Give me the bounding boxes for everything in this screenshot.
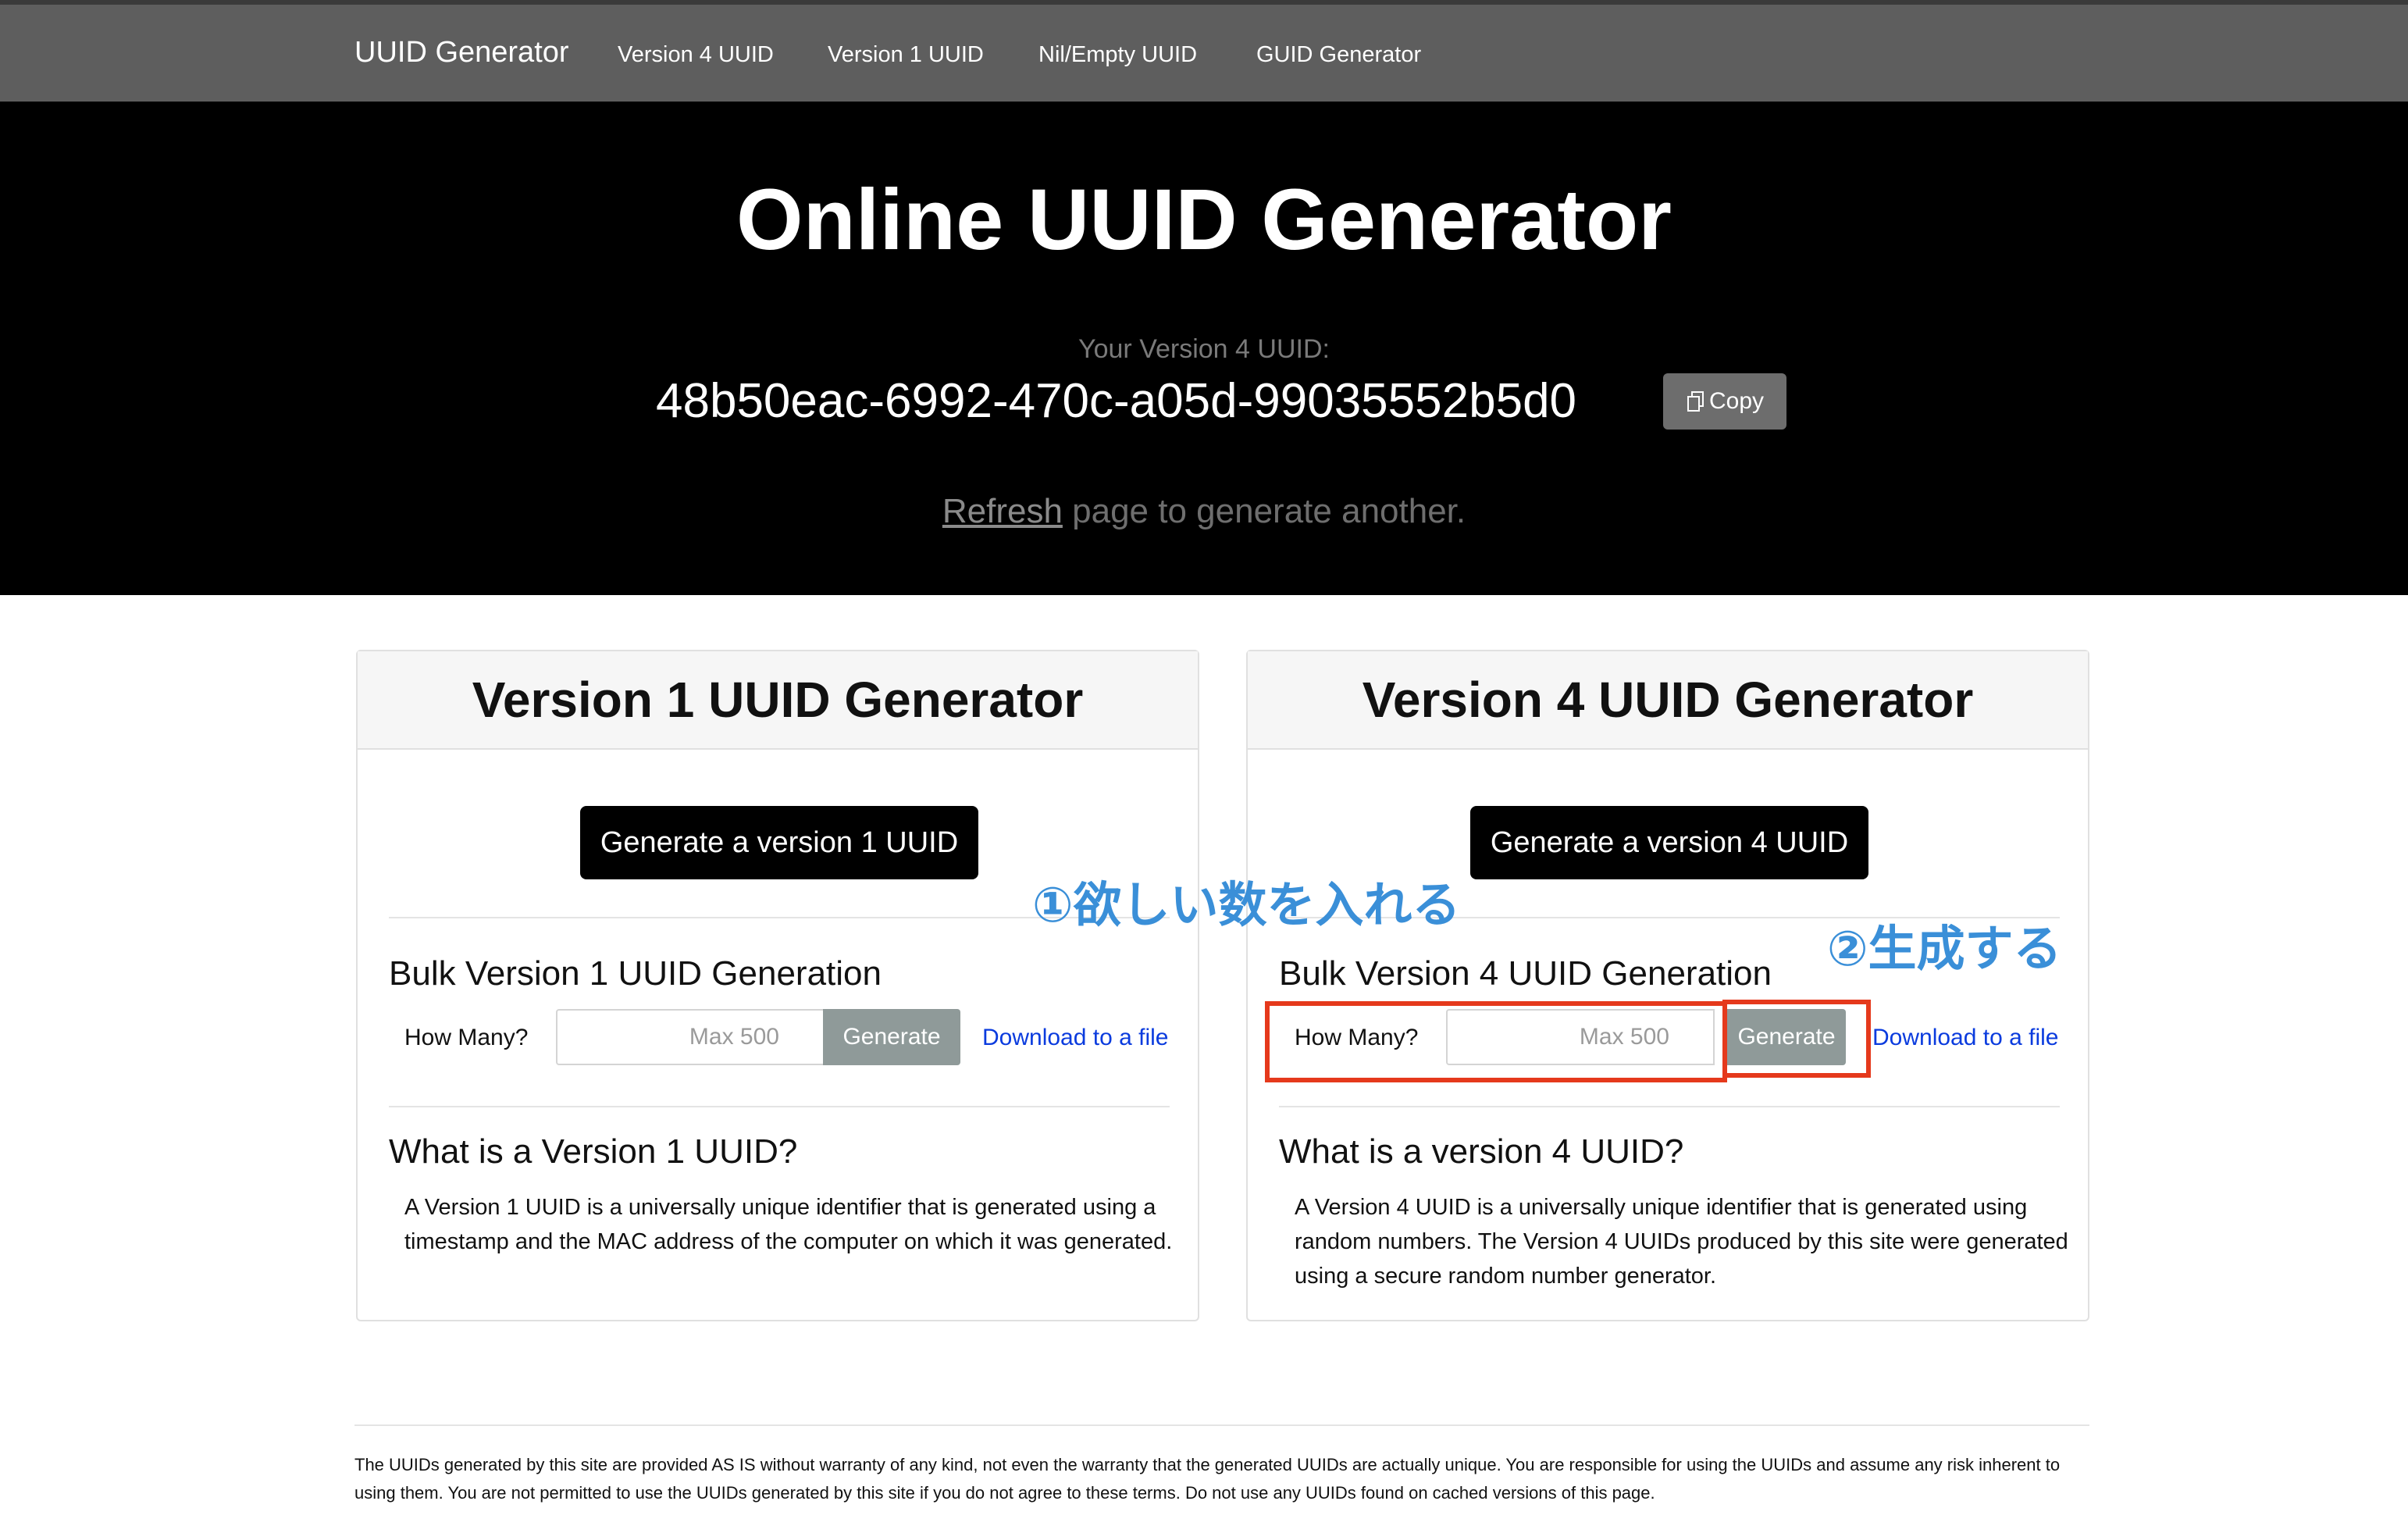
version-4-card: Version 4 UUID Generator Generate a vers… [1246,650,2089,1321]
card-title: Version 1 UUID Generator [472,672,1084,728]
how-many-label: How Many? [404,1025,529,1050]
clipboard-icon [1686,390,1704,412]
divider [389,1106,1170,1107]
uuid-value: 48b50eac-6992-470c-a05d-99035552b5d0 [656,374,1577,428]
download-to-file-link[interactable]: Download to a file [982,1025,1168,1051]
what-is-description: A Version 1 UUID is a universally unique… [404,1195,1173,1254]
hero-section: Online UUID Generator Your Version 4 UUI… [0,102,2408,595]
copy-label: Copy [1708,388,1765,414]
copy-button[interactable]: Copy [1663,373,1786,430]
quantity-input[interactable] [556,1009,825,1065]
brand-link[interactable]: UUID Generator [354,36,569,70]
nav-link-nil-uuid[interactable]: Nil/Empty UUID [1038,42,1197,68]
annotation-box-input [1265,1001,1727,1082]
what-is-description: A Version 4 UUID is a universally unique… [1295,1195,2068,1289]
footer-divider [354,1424,2089,1426]
annotation-step-1: ①欲しい数を入れる [1032,876,1461,933]
generate-version-4-button[interactable]: Generate a version 4 UUID [1470,806,1868,879]
refresh-link[interactable]: Refresh [942,492,1063,530]
version-1-card: Version 1 UUID Generator Generate a vers… [356,650,1199,1321]
bulk-title: Bulk Version 4 UUID Generation [1279,954,1772,993]
bulk-generate-button[interactable]: Generate [823,1009,960,1065]
footer-disclaimer: The UUIDs generated by this site are pro… [354,1455,2061,1503]
top-navbar: UUID Generator Version 4 UUID Version 1 … [0,0,2408,102]
nav-link-guid-generator[interactable]: GUID Generator [1256,42,1421,68]
nav-link-version-4[interactable]: Version 4 UUID [618,42,774,68]
refresh-line: Refresh page to generate another. [0,492,2408,531]
card-header: Version 4 UUID Generator [1248,651,2088,750]
nav-link-version-1[interactable]: Version 1 UUID [828,42,984,68]
download-to-file-link[interactable]: Download to a file [1872,1025,2058,1051]
uuid-label: Your Version 4 UUID: [1078,334,1330,364]
card-title: Version 4 UUID Generator [1362,672,1974,728]
divider [1279,1106,2060,1107]
refresh-text: page to generate another. [1062,492,1466,530]
what-is-title: What is a Version 1 UUID? [389,1132,798,1171]
bulk-title: Bulk Version 1 UUID Generation [389,954,882,993]
what-is-title: What is a version 4 UUID? [1279,1132,1684,1171]
page-title: Online UUID Generator [736,172,1672,268]
card-header: Version 1 UUID Generator [358,651,1198,750]
annotation-step-2: ②生成する [1827,920,2062,977]
generate-version-1-button[interactable]: Generate a version 1 UUID [580,806,978,879]
annotation-box-generate [1722,1000,1871,1078]
